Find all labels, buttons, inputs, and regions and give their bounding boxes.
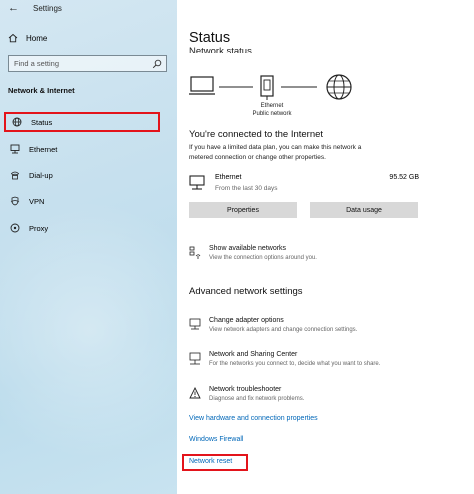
sidebar-item-label: Ethernet [29,144,58,154]
diagram-label-type: Ethernet [260,103,284,109]
sidebar-item-label: VPN [29,196,45,206]
option-title: Network troubleshooter [209,386,282,393]
properties-button[interactable]: Properties [189,202,297,218]
search-placeholder: Find a setting [14,59,60,68]
sidebar-item-dialup[interactable]: Dial-up [4,165,160,185]
sidebar-item-label: Dial-up [29,170,53,180]
diagram-label: Ethernet Public network [247,102,297,118]
main-pane: Status Network status Ethernet Public ne… [177,0,474,494]
back-arrow-icon[interactable]: ← [8,3,19,14]
computer-icon [189,76,215,95]
internet-globe-icon [326,74,352,100]
connected-description-line1: If you have a limited data plan, you can… [189,144,362,151]
sidebar-item-ethernet[interactable]: Ethernet [4,139,160,159]
dialup-icon [10,171,20,180]
vpn-icon [10,196,20,206]
advanced-settings-heading: Advanced network settings [189,286,303,297]
sidebar-item-label: Proxy [29,223,49,233]
globe-icon [12,117,22,127]
sidebar-item-vpn[interactable]: VPN [4,191,160,211]
adapter-icon [189,318,201,330]
change-adapter-option[interactable]: Change adapter options View network adap… [189,317,459,341]
sidebar-home-label: Home [26,33,48,43]
option-title: Network and Sharing Center [209,351,298,358]
ethernet-usage-row: Ethernet From the last 30 days 95.52 GB [189,174,419,198]
sidebar-section-title: Network & Internet [8,86,75,95]
sidebar-item-home[interactable]: Home [8,33,47,43]
option-title: Change adapter options [209,317,284,324]
windows-firewall-link[interactable]: Windows Firewall [189,436,243,443]
proxy-icon [10,223,20,233]
search-icon[interactable] [152,59,162,69]
section-subtitle: Network status [189,46,252,53]
ethernet-period: From the last 30 days [215,185,278,192]
ethernet-name: Ethernet [215,174,242,181]
hardware-properties-link[interactable]: View hardware and connection properties [189,415,318,422]
home-icon [8,33,18,43]
network-reset-link[interactable]: Network reset [189,458,232,465]
titlebar: ← Settings [8,3,62,14]
ethernet-icon [10,144,20,154]
warning-icon [189,387,201,399]
sidebar-item-label: Status [31,117,53,127]
option-title: Show available networks [209,245,287,252]
network-list-icon [189,246,201,259]
search-input[interactable]: Find a setting [8,55,167,72]
connected-heading: You're connected to the Internet [189,129,324,140]
sidebar-item-status[interactable]: Status [4,112,160,132]
sharing-center-option[interactable]: Network and Sharing Center For the netwo… [189,351,459,375]
troubleshooter-option[interactable]: Network troubleshooter Diagnose and fix … [189,386,459,410]
sidebar-item-proxy[interactable]: Proxy [4,218,160,238]
option-description: Diagnose and fix network problems. [209,396,305,402]
option-description: For the networks you connect to, decide … [209,361,381,367]
option-description: View network adapters and change connect… [209,327,358,333]
ethernet-icon [189,175,205,190]
ethernet-usage-value: 95.52 GB [389,174,419,181]
sidebar: ← Settings Home Find a setting Network &… [0,0,177,494]
diagram-label-profile: Public network [252,111,292,117]
window-title: Settings [33,4,62,13]
ethernet-port-icon [260,75,274,100]
show-networks-option[interactable]: Show available networks View the connect… [189,245,459,269]
sharing-icon [189,352,201,365]
connected-description-line2: metered connection or change other prope… [189,154,326,161]
data-usage-button[interactable]: Data usage [310,202,418,218]
option-description: View the connection options around you. [209,255,317,261]
